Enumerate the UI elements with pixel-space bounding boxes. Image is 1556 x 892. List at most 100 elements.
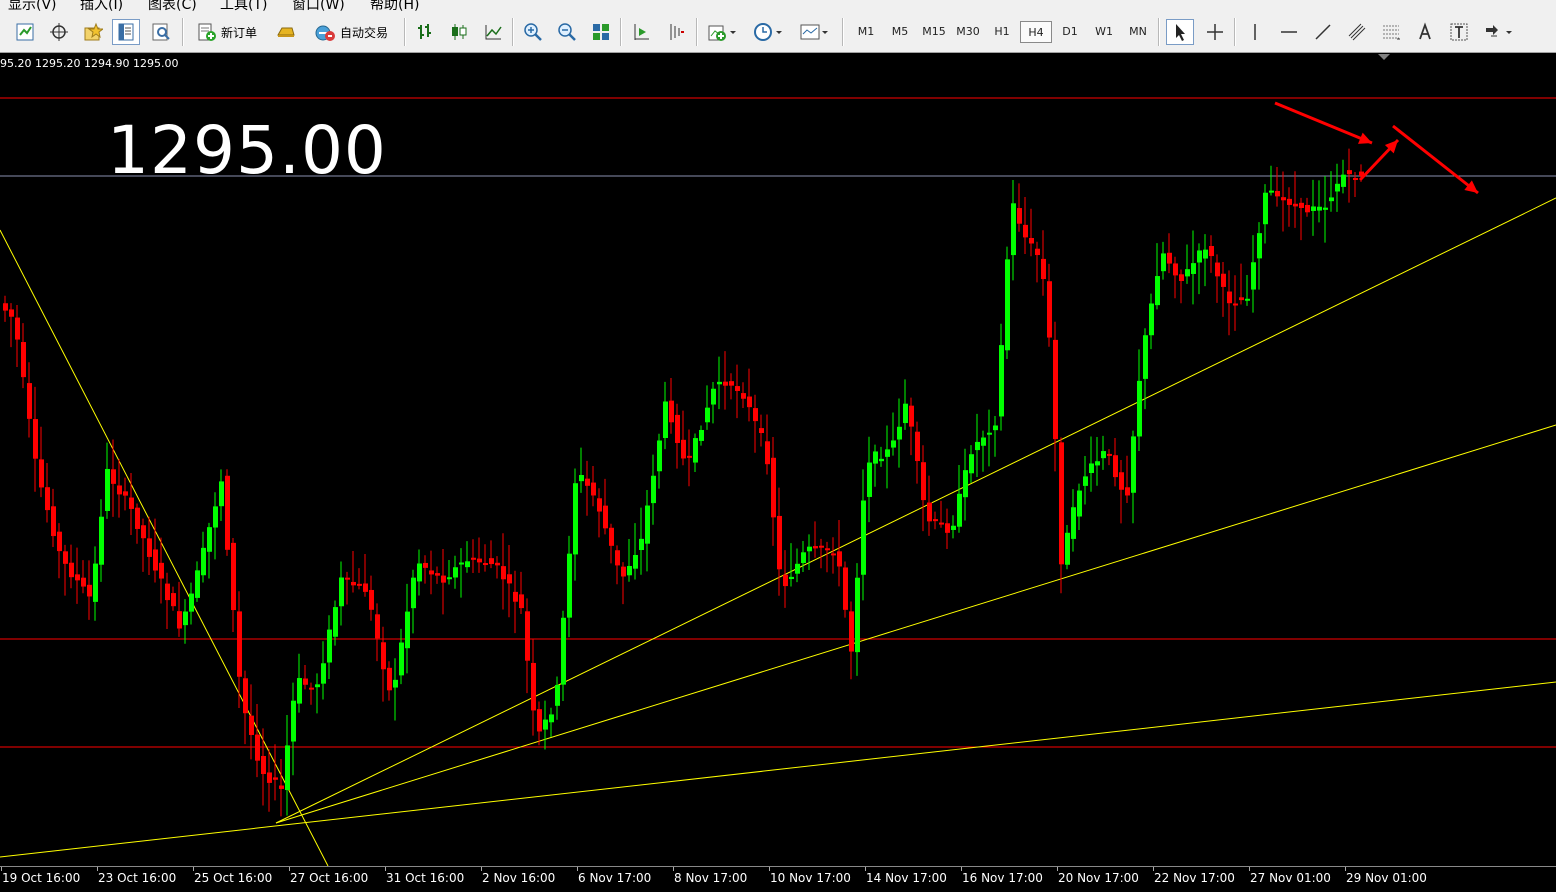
horizontal-line-icon[interactable]: [1276, 19, 1302, 45]
candlestick: [279, 759, 284, 817]
new-chart-icon[interactable]: [12, 19, 38, 45]
auto-scroll-icon[interactable]: [628, 19, 654, 45]
chart-shift-icon[interactable]: [662, 19, 688, 45]
candle-body: [987, 432, 992, 435]
templates-icon[interactable]: [796, 19, 832, 45]
candlestick: [1269, 165, 1274, 196]
zoom-out-icon[interactable]: [554, 19, 580, 45]
candle-body: [819, 545, 824, 548]
candle-body: [39, 459, 44, 488]
candlestick-icon[interactable]: [446, 19, 472, 45]
trendline-icon[interactable]: [1310, 19, 1336, 45]
candlestick: [759, 414, 764, 447]
candlestick: [243, 670, 248, 745]
candlestick: [441, 548, 446, 615]
candlestick: [807, 534, 812, 570]
text-icon[interactable]: [1412, 19, 1438, 45]
timeframe-m1[interactable]: M1: [850, 21, 882, 43]
candle-body: [537, 709, 542, 732]
timeframe-w1[interactable]: W1: [1088, 21, 1120, 43]
fibonacci-icon[interactable]: [1378, 19, 1404, 45]
periods-icon[interactable]: [750, 19, 786, 45]
candle-body: [267, 772, 272, 783]
candle-body: [411, 577, 416, 609]
candlestick: [507, 545, 512, 618]
crosshair-move-icon[interactable]: [46, 19, 72, 45]
zoom-in-icon[interactable]: [520, 19, 546, 45]
new-order-button[interactable]: 新订单: [190, 19, 264, 45]
timeframe-d1[interactable]: D1: [1054, 21, 1086, 43]
auto-trade-button[interactable]: 自动交易: [304, 19, 398, 45]
candlestick: [213, 492, 218, 560]
data-window-icon[interactable]: [112, 19, 140, 45]
candlestick: [1191, 230, 1196, 305]
menu-insert[interactable]: 插入(I): [80, 0, 123, 12]
time-axis: 19 Oct 16:00 23 Oct 16:00 25 Oct 16:00 2…: [0, 866, 1556, 892]
timeframe-h1[interactable]: H1: [986, 21, 1018, 43]
candle-body: [1347, 170, 1352, 175]
timeframe-m30[interactable]: M30: [952, 21, 984, 43]
crosshair-icon[interactable]: [1202, 19, 1228, 45]
trendline: [0, 229, 329, 866]
candle-body: [513, 591, 518, 602]
chart-shift-marker[interactable]: [1378, 54, 1390, 60]
candlestick: [9, 303, 14, 348]
candle-body: [1197, 250, 1202, 263]
timeframe-m5[interactable]: M5: [884, 21, 916, 43]
candlestick: [369, 575, 374, 621]
candle-body: [789, 576, 794, 580]
menu-tools[interactable]: 工具(T): [220, 0, 267, 12]
candlestick: [81, 560, 86, 594]
candlestick: [501, 533, 506, 610]
timeframe-h4[interactable]: H4: [1020, 21, 1052, 43]
timeframe-mn[interactable]: MN: [1122, 21, 1154, 43]
candle-body: [747, 396, 752, 408]
arrows-icon[interactable]: [1480, 19, 1516, 45]
strategy-tester-icon[interactable]: [148, 19, 174, 45]
candle-body: [1281, 197, 1286, 201]
candle-body: [447, 577, 452, 580]
menu-charts[interactable]: 图表(C): [148, 0, 197, 12]
candle-body: [1131, 436, 1136, 493]
candlestick: [1341, 159, 1346, 194]
candlestick: [741, 382, 746, 408]
candlestick: [1107, 449, 1112, 466]
menu-window[interactable]: 窗口(W): [292, 0, 345, 12]
line-chart-icon[interactable]: [480, 19, 506, 45]
bar-chart-icon[interactable]: [412, 19, 438, 45]
candle-body: [453, 567, 458, 578]
timeframe-m15[interactable]: M15: [918, 21, 950, 43]
forecast-arrow: [1358, 138, 1400, 182]
forecast-arrow: [1274, 101, 1373, 145]
menu-help[interactable]: 帮助(H): [370, 0, 419, 12]
candlestick: [1017, 183, 1022, 232]
candlestick: [195, 561, 200, 602]
candle-body: [105, 468, 110, 511]
candlestick: [669, 377, 674, 434]
candle-body: [801, 552, 806, 564]
auto-trade-label: 自动交易: [339, 25, 388, 40]
candlestick: [1185, 244, 1190, 284]
equidistant-channel-icon[interactable]: [1344, 19, 1370, 45]
text-label-icon[interactable]: [1446, 19, 1472, 45]
tile-windows-icon[interactable]: [588, 19, 614, 45]
candlestick: [1065, 525, 1070, 570]
menu-view[interactable]: 显示(V): [8, 0, 57, 12]
gold-bar-icon[interactable]: [272, 19, 298, 45]
candlestick: [141, 518, 146, 572]
vertical-line-icon[interactable]: [1242, 19, 1268, 45]
candle-body: [1095, 461, 1100, 466]
favorites-icon[interactable]: [80, 19, 106, 45]
cursor-icon[interactable]: [1166, 19, 1194, 45]
indicators-icon[interactable]: [704, 19, 740, 45]
candlestick: [639, 507, 644, 575]
candle-body: [555, 684, 560, 706]
candle-body: [1017, 208, 1022, 224]
candle-body: [621, 566, 626, 577]
candle-body: [357, 583, 362, 586]
candle-body: [27, 383, 32, 419]
candlestick: [1011, 180, 1016, 281]
candlestick: [675, 403, 680, 469]
time-label: 25 Oct 16:00: [194, 871, 273, 885]
candlestick: [1323, 176, 1328, 243]
